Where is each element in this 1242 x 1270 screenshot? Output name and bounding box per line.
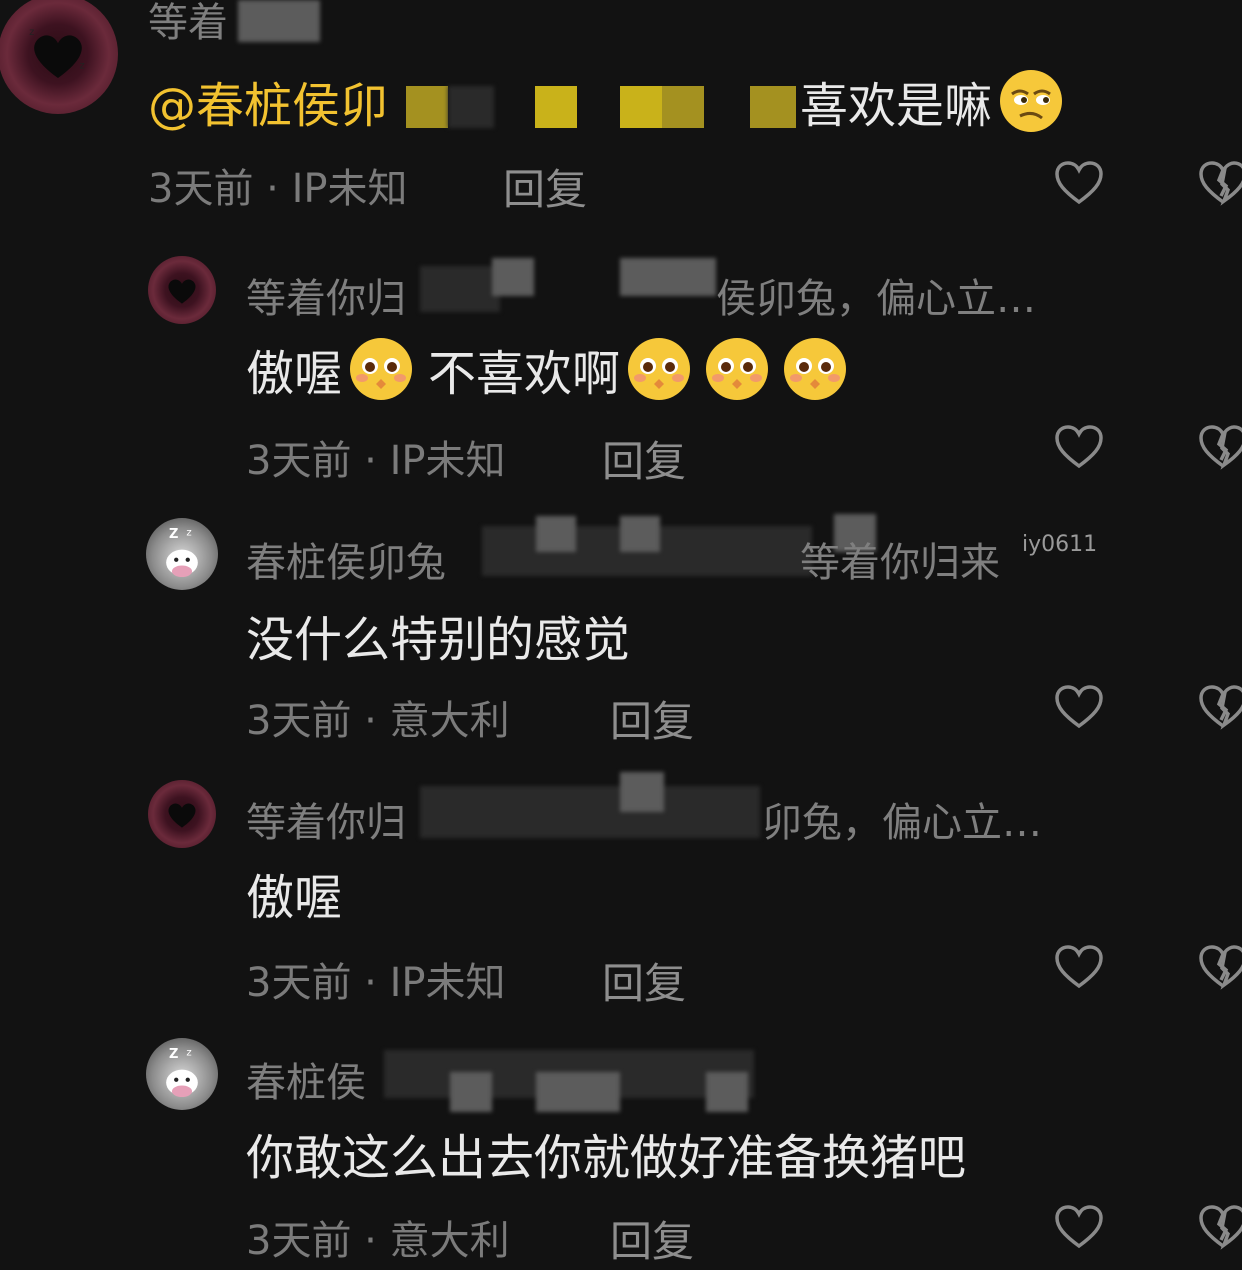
redacted-block [536,516,576,552]
redacted-block [406,86,448,128]
reply-button[interactable]: 回复 [503,156,587,217]
comment-meta: 3天前 · 意大利 [246,698,510,744]
smirking-face-icon [998,68,1064,134]
redacted-block [620,86,662,128]
comment-text: 没什么特别的感觉 [246,612,631,668]
comment-text-tail: 喜欢是嘛 [800,66,1070,136]
svg-text:Z: Z [169,1047,178,1062]
pleading-face-icon [782,336,848,402]
comment-username[interactable]: 春桩侯卯兔 [246,530,446,588]
reply-button[interactable]: 回复 [610,688,694,749]
reply-button[interactable]: 回复 [602,950,686,1011]
redacted-block [535,86,577,128]
broken-heart-icon[interactable] [1198,1204,1242,1250]
heart-outline-icon[interactable] [1054,944,1104,990]
broken-heart-icon[interactable] [1198,684,1242,730]
comment-username[interactable]: 等着你归 [246,266,406,324]
pleading-face-icon [626,336,692,402]
reply-button[interactable]: 回复 [602,428,686,489]
broken-heart-icon[interactable] [1198,424,1242,470]
redacted-block [662,86,704,128]
redacted-block [492,258,534,296]
comment-text: 你敢这么出去你就做好准备换猪吧 [246,1130,967,1186]
pleading-face-icon [348,336,414,402]
avatar[interactable]: Zz [146,1038,218,1110]
redacted-block [420,786,760,838]
redacted-block [450,1072,492,1112]
avatar[interactable]: Zz [146,518,218,590]
svg-text:z: z [186,1047,191,1058]
comment-meta: 3天前 · 意大利 [246,1218,510,1264]
svg-text:z: z [80,60,85,71]
redacted-block [750,86,796,128]
redacted-block [238,0,320,42]
avatar[interactable]: zz [0,0,118,114]
comment-text: @春桩侯卯 [148,66,388,136]
redacted-block [420,266,500,312]
username-tag: iy0611 [1022,532,1098,557]
redacted-block [620,772,664,812]
reply-button[interactable]: 回复 [610,1208,694,1269]
redacted-block [536,1072,620,1112]
comment-username-tail[interactable]: 等着你归来 [800,530,1000,588]
broken-heart-icon[interactable] [1198,160,1242,206]
comment-text: 傲喔 [246,870,343,926]
heart-outline-icon[interactable] [1054,684,1104,730]
comment-username[interactable]: 等着你归 [246,790,406,848]
svg-text:z: z [29,27,34,38]
avatar[interactable] [148,780,216,848]
heart-outline-icon[interactable] [1054,1204,1104,1250]
broken-heart-icon[interactable] [1198,944,1242,990]
redacted-block [620,516,660,552]
comment-meta: 3天前 · IP未知 [246,438,506,484]
comment-text: 傲喔 不喜欢啊 [246,334,854,404]
pleading-face-icon [704,336,770,402]
comment-username[interactable]: 春桩侯 [246,1050,366,1108]
mention-link[interactable]: @春桩侯卯 [148,66,388,136]
comment-meta: 3天前 · IP未知 [148,166,408,212]
redacted-block [706,1072,748,1112]
redacted-block [620,258,716,296]
heart-outline-icon[interactable] [1054,160,1104,206]
comment-username[interactable]: 等着 [148,0,228,48]
comment-meta: 3天前 · IP未知 [246,960,506,1006]
svg-text:Z: Z [169,527,178,542]
redacted-block [448,86,494,128]
comment-username-tail[interactable]: 侯卯兔，偏心立… [716,266,1036,324]
svg-text:z: z [186,527,191,538]
comment-username-tail[interactable]: 卯兔，偏心立… [762,790,1042,848]
heart-outline-icon[interactable] [1054,424,1104,470]
avatar[interactable] [148,256,216,324]
